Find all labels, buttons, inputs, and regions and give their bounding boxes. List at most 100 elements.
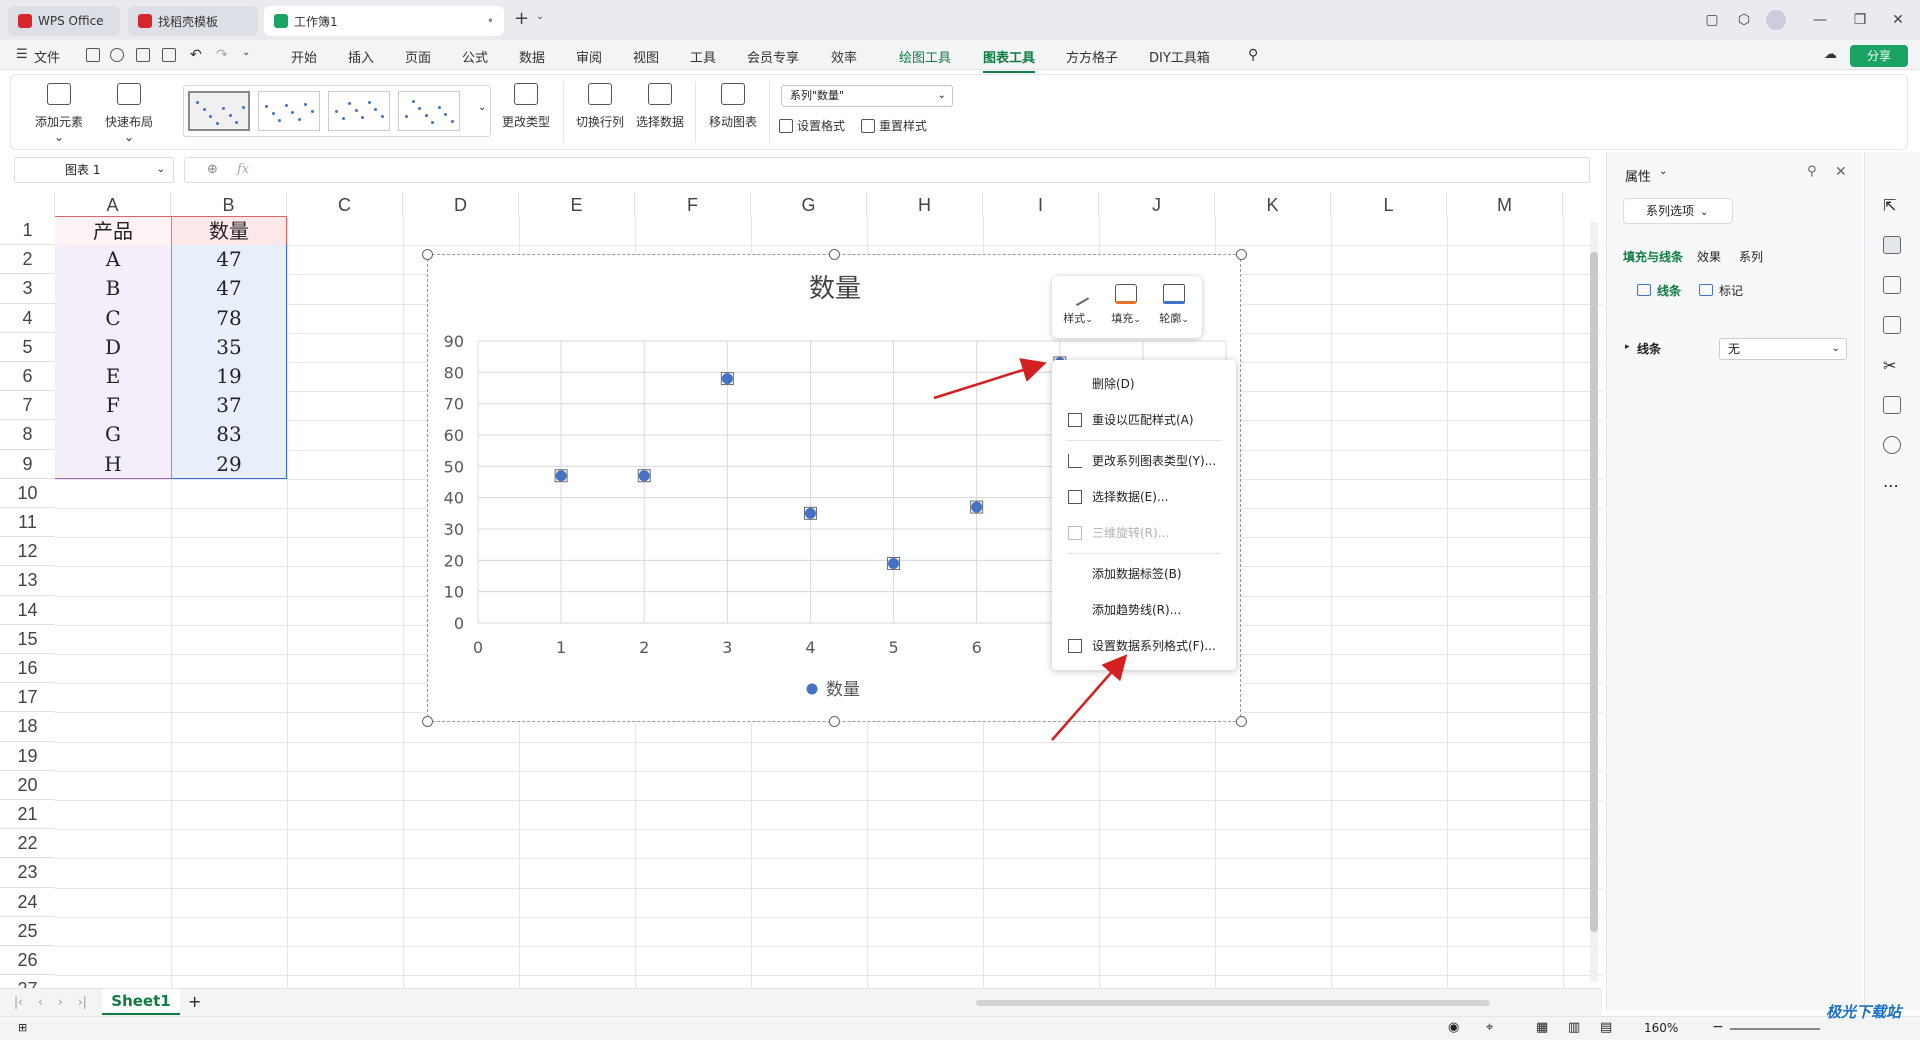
vertical-scrollbar[interactable]	[1590, 222, 1598, 982]
restore-icon[interactable]: ❐	[1850, 10, 1870, 30]
row-header[interactable]: 12	[0, 537, 55, 567]
data-cell[interactable]: 47	[171, 274, 287, 304]
zoom-out-icon[interactable]: −	[1712, 1019, 1724, 1035]
tab-effect[interactable]: 效果	[1697, 248, 1721, 265]
row-header[interactable]: 16	[0, 654, 55, 684]
row-header[interactable]: 13	[0, 566, 55, 596]
menu-fangfang[interactable]: 方方格子	[1066, 47, 1118, 66]
data-point[interactable]	[554, 469, 568, 483]
tab-series[interactable]: 系列	[1739, 248, 1763, 265]
column-header[interactable]: M	[1447, 192, 1563, 216]
gallery-expand-icon[interactable]: ⌄	[478, 102, 486, 113]
avatar[interactable]	[1766, 10, 1786, 30]
chart-style-thumb[interactable]	[398, 91, 460, 131]
line-type-select[interactable]: 无 ⌄	[1719, 338, 1847, 360]
data-cell[interactable]: D	[55, 332, 171, 362]
location-icon[interactable]: ⌖	[1486, 1020, 1493, 1035]
data-cell[interactable]: G	[55, 420, 171, 450]
data-cell[interactable]: B	[55, 274, 171, 304]
panel-title[interactable]: 属性	[1625, 166, 1651, 185]
row-header[interactable]: 20	[0, 771, 55, 800]
row-header[interactable]: 18	[0, 712, 55, 742]
header-cell[interactable]: 产品	[55, 216, 171, 246]
menu-drawing-tools[interactable]: 绘图工具	[899, 47, 951, 66]
chart-edit-icon[interactable]	[1883, 316, 1901, 334]
data-point[interactable]	[637, 469, 651, 483]
menu-formula[interactable]: 公式	[462, 47, 488, 66]
point-marker[interactable]	[804, 507, 816, 519]
menu-file[interactable]: 文件	[34, 47, 60, 66]
data-cell[interactable]: 35	[171, 332, 287, 362]
row-header[interactable]: 21	[0, 800, 55, 830]
data-cell[interactable]: 37	[171, 391, 287, 421]
properties-icon[interactable]	[1883, 236, 1901, 254]
column-header[interactable]: C	[287, 192, 403, 216]
chart-style-thumb[interactable]	[188, 91, 250, 131]
resize-handle[interactable]	[1236, 716, 1247, 727]
menu-item-reset-style[interactable]: 重设以匹配样式(A)	[1052, 406, 1236, 434]
help-icon[interactable]	[1883, 436, 1901, 454]
data-point[interactable]	[970, 500, 984, 514]
point-marker[interactable]	[971, 501, 983, 513]
row-header[interactable]: 8	[0, 420, 55, 450]
resize-handle[interactable]	[829, 249, 840, 260]
data-cell[interactable]: E	[55, 362, 171, 392]
page-layout-icon[interactable]: ▥	[1568, 1020, 1580, 1035]
row-header[interactable]: 3	[0, 274, 55, 304]
row-header[interactable]: 1	[0, 216, 55, 246]
menu-item-format-series[interactable]: 设置数据系列格式(F)...	[1052, 632, 1236, 660]
resize-handle[interactable]	[422, 249, 433, 260]
column-header[interactable]: I	[983, 192, 1099, 216]
prev-sheet-icon[interactable]: ‹	[38, 995, 43, 1009]
row-header[interactable]: 10	[0, 479, 55, 508]
fx-icon[interactable]: fx	[237, 162, 249, 177]
page-break-icon[interactable]: ▤	[1600, 1020, 1612, 1035]
tab-close-dot-icon[interactable]: •	[487, 14, 494, 28]
menu-item-add-trendline[interactable]: 添加趋势线(R)...	[1052, 596, 1236, 624]
menu-tools[interactable]: 工具	[690, 47, 716, 66]
column-header[interactable]: D	[403, 192, 519, 216]
row-header[interactable]: 14	[0, 596, 55, 625]
resize-handle[interactable]	[829, 716, 840, 727]
data-cell[interactable]: F	[55, 391, 171, 421]
resize-handle[interactable]	[1236, 249, 1247, 260]
data-point[interactable]	[803, 506, 817, 520]
hamburger-icon[interactable]: ☰	[16, 47, 28, 62]
menu-review[interactable]: 审阅	[576, 47, 602, 66]
row-header[interactable]: 26	[0, 946, 55, 976]
row-header[interactable]: 15	[0, 625, 55, 654]
series-options-dropdown[interactable]: 系列选项 ⌄	[1623, 198, 1733, 224]
column-header[interactable]: F	[635, 192, 751, 216]
row-header[interactable]: 7	[0, 391, 55, 421]
tab-wps-office[interactable]: WPS Office	[8, 6, 120, 36]
point-marker[interactable]	[555, 470, 567, 482]
zoom-level[interactable]: 160%	[1644, 1021, 1678, 1035]
change-type-button[interactable]: 更改类型	[499, 83, 553, 130]
row-header[interactable]: 23	[0, 858, 55, 888]
data-cell[interactable]: 19	[171, 362, 287, 392]
column-header[interactable]: J	[1099, 192, 1215, 216]
style-button[interactable]: 样式⌄	[1058, 281, 1098, 326]
outline-button[interactable]: 轮廓⌄	[1154, 284, 1194, 326]
add-element-button[interactable]: 添加元素 ⌄	[29, 83, 89, 144]
menu-item-add-data-labels[interactable]: 添加数据标签(B)	[1052, 560, 1236, 588]
row-header[interactable]: 25	[0, 917, 55, 946]
row-header[interactable]: 2	[0, 245, 55, 275]
copy-icon[interactable]	[1883, 396, 1901, 414]
data-point[interactable]	[887, 556, 901, 570]
data-cell[interactable]: 47	[171, 245, 287, 275]
fill-button[interactable]: 填充⌄	[1106, 284, 1146, 326]
row-header[interactable]: 6	[0, 362, 55, 392]
column-header[interactable]: G	[751, 192, 867, 216]
print-preview-icon[interactable]	[162, 48, 176, 62]
menu-item-delete[interactable]: 删除(D)	[1052, 370, 1236, 398]
set-format-button[interactable]: 设置格式	[779, 117, 845, 134]
menu-chart-tools[interactable]: 图表工具	[983, 47, 1036, 73]
menu-item-select-data[interactable]: 选择数据(E)...	[1052, 483, 1236, 511]
share-button[interactable]: 分享	[1850, 45, 1908, 67]
menu-data[interactable]: 数据	[519, 47, 545, 66]
tab-workbook[interactable]: 工作簿1 •	[264, 6, 504, 36]
normal-view-icon[interactable]: ▦	[1536, 1020, 1548, 1035]
first-sheet-icon[interactable]: |‹	[14, 995, 23, 1009]
resize-handle[interactable]	[422, 716, 433, 727]
